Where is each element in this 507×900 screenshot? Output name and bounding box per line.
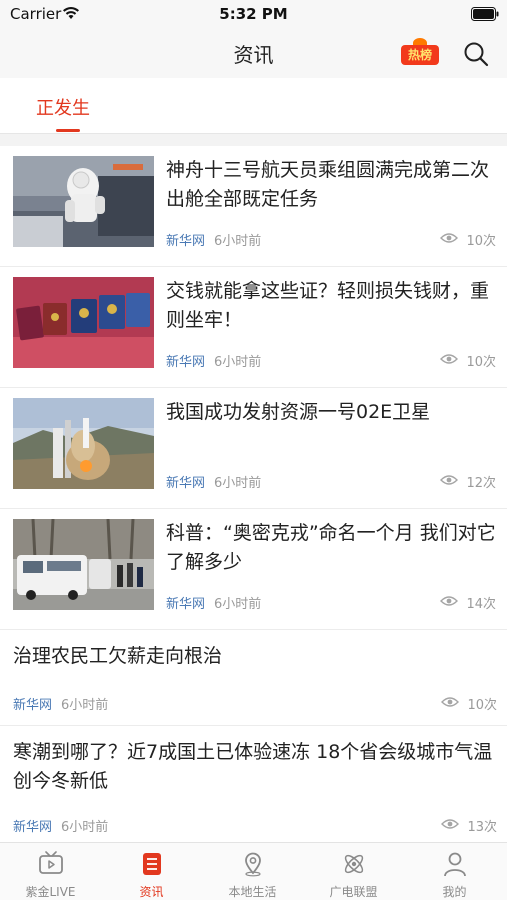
news-views: 12次 — [466, 476, 496, 491]
tab-label: 资讯 — [139, 885, 164, 899]
news-headline: 治理农民工欠薪走向根治 — [13, 645, 223, 667]
news-source: 新华网 — [166, 597, 206, 612]
news-views: 10次 — [466, 234, 496, 249]
search-icon[interactable] — [462, 40, 490, 68]
news-headline: 科普：“奥密克戎”命名一个月 我们对它了解多少 — [166, 522, 496, 573]
news-time: 6小时前 — [214, 476, 262, 491]
news-list: 神舟十三号航天员乘组圆满完成第二次出舱全部既定任务 新华网 6小时前 10次 交… — [0, 146, 507, 850]
news-time: 6小时前 — [61, 820, 109, 835]
news-views: 13次 — [467, 820, 497, 835]
news-list-icon — [143, 853, 161, 875]
news-item[interactable]: 治理农民工欠薪走向根治 新华网 6小时前 10次 — [0, 630, 507, 726]
news-meta: 新华网 6小时前 10次 — [166, 228, 496, 249]
news-time: 6小时前 — [61, 698, 109, 713]
location-pin-icon — [245, 852, 261, 877]
tab-mine[interactable]: 我的 — [404, 843, 505, 900]
news-source: 新华网 — [13, 698, 53, 713]
news-time: 6小时前 — [214, 597, 262, 612]
tv-icon — [39, 851, 63, 874]
battery-icon — [471, 7, 499, 21]
news-source: 新华网 — [166, 234, 206, 249]
news-headline: 我国成功发射资源一号02E卫星 — [166, 401, 431, 423]
news-meta: 新华网 6小时前 14次 — [166, 591, 496, 612]
news-item[interactable]: 我国成功发射资源一号02E卫星 新华网 6小时前 12次 — [0, 388, 507, 509]
news-views: 10次 — [467, 698, 497, 713]
status-bar: Carrier 5:32 PM — [0, 0, 507, 30]
eye-icon — [440, 596, 458, 606]
person-icon — [444, 852, 466, 877]
eye-icon — [440, 233, 458, 243]
bottom-tab-bar: 紫金LIVE 资讯 本地生活 广电联盟 我的 — [0, 842, 507, 900]
news-source: 新华网 — [166, 476, 206, 491]
eye-icon — [440, 475, 458, 485]
tab-broadcast-alliance[interactable]: 广电联盟 — [303, 843, 404, 900]
tab-label: 本地生活 — [228, 885, 277, 899]
eye-icon — [440, 354, 458, 364]
section-divider — [0, 134, 507, 146]
atom-icon — [344, 854, 364, 874]
news-meta: 新华网 6小时前 12次 — [166, 470, 496, 491]
category-tabs: 正发生 — [0, 78, 507, 134]
eye-icon — [441, 697, 459, 707]
news-item[interactable]: 神舟十三号航天员乘组圆满完成第二次出舱全部既定任务 新华网 6小时前 10次 — [0, 146, 507, 267]
news-headline: 神舟十三号航天员乘组圆满完成第二次出舱全部既定任务 — [166, 159, 490, 210]
news-headline: 交钱就能拿这些证？轻则损失钱财，重则坐牢！ — [166, 280, 490, 331]
news-item[interactable]: 交钱就能拿这些证？轻则损失钱财，重则坐牢！ 新华网 6小时前 10次 — [0, 267, 507, 388]
tab-zhengfasheng[interactable]: 正发生 — [36, 94, 90, 120]
news-source: 新华网 — [13, 820, 53, 835]
eye-icon — [441, 819, 459, 829]
news-headline: 寒潮到哪了？近7成国土已体验速冻 18个省会级城市气温创今冬新低 — [13, 741, 493, 792]
news-views: 14次 — [466, 597, 496, 612]
hot-list-button[interactable]: 热榜 — [401, 38, 439, 66]
news-meta: 新华网 6小时前 13次 — [13, 814, 497, 835]
tab-local-life[interactable]: 本地生活 — [202, 843, 303, 900]
news-item[interactable]: 寒潮到哪了？近7成国土已体验速冻 18个省会级城市气温创今冬新低 新华网 6小时… — [0, 726, 507, 850]
tab-news[interactable]: 资讯 — [101, 843, 202, 900]
news-thumbnail — [13, 156, 154, 247]
news-time: 6小时前 — [214, 355, 262, 370]
tab-zijin-live[interactable]: 紫金LIVE — [0, 843, 101, 900]
news-time: 6小时前 — [214, 234, 262, 249]
tab-label: 我的 — [442, 885, 467, 899]
news-thumbnail — [13, 277, 154, 368]
news-source: 新华网 — [166, 355, 206, 370]
news-views: 10次 — [466, 355, 496, 370]
news-item[interactable]: 科普：“奥密克戎”命名一个月 我们对它了解多少 新华网 6小时前 14次 — [0, 509, 507, 630]
tab-label: 紫金LIVE — [25, 885, 76, 899]
tab-active-indicator — [56, 129, 80, 132]
news-meta: 新华网 6小时前 10次 — [166, 349, 496, 370]
news-thumbnail — [13, 398, 154, 489]
tab-label: 广电联盟 — [329, 885, 378, 899]
hot-badge-label: 热榜 — [401, 45, 439, 65]
status-time: 5:32 PM — [219, 5, 288, 23]
news-thumbnail — [13, 519, 154, 610]
news-meta: 新华网 6小时前 10次 — [13, 692, 497, 713]
nav-bar: 资讯 热榜 — [0, 30, 507, 78]
